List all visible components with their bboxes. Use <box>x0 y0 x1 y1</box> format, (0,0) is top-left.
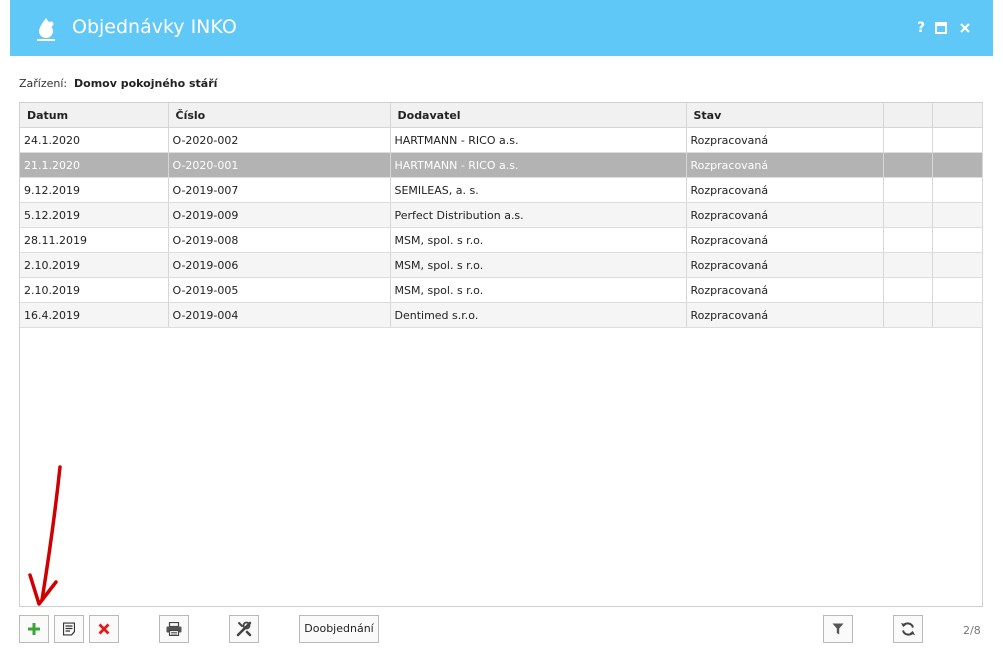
print-button[interactable] <box>159 615 189 643</box>
cell-extra-1[interactable] <box>883 152 933 178</box>
cell-stav[interactable]: Rozpracovaná <box>686 202 884 228</box>
cell-cislo[interactable]: O-2020-002 <box>168 127 391 153</box>
table-row[interactable]: 2.10.2019 O-2019-006 MSM, spol. s r.o. Rozp… <box>20 252 983 278</box>
cell-extra-2[interactable] <box>932 177 983 203</box>
cell-datum[interactable]: 16.4.2019 <box>20 302 169 328</box>
edit-button[interactable] <box>54 615 84 643</box>
cell-datum[interactable]: 5.12.2019 <box>20 202 169 228</box>
cell-dodavatel[interactable]: SEMILEAS, a. s. <box>390 177 687 203</box>
cell-extra-1[interactable] <box>883 127 933 153</box>
orders-table[interactable]: Datum Číslo Dodavatel Stav 24.1.2020 O-20… <box>19 102 983 607</box>
maximize-icon <box>935 22 947 34</box>
cell-dodavatel[interactable]: Perfect Distribution a.s. <box>390 202 687 228</box>
cell-extra-2[interactable] <box>932 202 983 228</box>
cell-dodavatel[interactable]: HARTMANN - RICO a.s. <box>390 152 687 178</box>
cell-extra-1[interactable] <box>883 302 933 328</box>
cell-stav[interactable]: Rozpracovaná <box>686 152 884 178</box>
cell-extra-2[interactable] <box>932 302 983 328</box>
table-row[interactable]: 5.12.2019 O-2019-009 Perfect Distribution … <box>20 202 983 228</box>
window-title: Objednávky INKO <box>72 16 237 38</box>
facility-value[interactable]: Domov pokojného stáří <box>74 77 217 90</box>
table-row[interactable]: 24.1.2020 O-2020-002 HARTMANN - RICO a.s. R… <box>20 127 983 153</box>
cell-cislo[interactable]: O-2019-008 <box>168 227 391 253</box>
cell-dodavatel[interactable]: MSM, spol. s r.o. <box>390 227 687 253</box>
cell-datum[interactable]: 2.10.2019 <box>20 252 169 278</box>
delete-button[interactable] <box>89 615 119 643</box>
close-button[interactable] <box>956 18 974 38</box>
close-window-icon <box>960 23 970 33</box>
cell-datum[interactable]: 2.10.2019 <box>20 277 169 303</box>
cell-cislo[interactable]: O-2020-001 <box>168 152 391 178</box>
title-bar: Objednávky INKO ? <box>10 0 993 56</box>
table-row[interactable]: 21.1.2020 O-2020-001 HARTMANN - RICO a.s. R… <box>20 152 983 178</box>
cell-stav[interactable]: Rozpracovaná <box>686 252 884 278</box>
close-icon <box>98 623 110 635</box>
column-header-extra-1[interactable] <box>883 103 933 128</box>
cell-extra-2[interactable] <box>932 152 983 178</box>
cell-extra-2[interactable] <box>932 252 983 278</box>
cell-dodavatel[interactable]: HARTMANN - RICO a.s. <box>390 127 687 153</box>
refresh-button[interactable] <box>893 615 923 643</box>
refresh-icon <box>901 622 915 636</box>
table-row[interactable]: 28.11.2019 O-2019-008 MSM, spol. s r.o. Roz… <box>20 227 983 253</box>
column-header-cislo[interactable]: Číslo <box>168 103 391 128</box>
cell-dodavatel[interactable]: Dentimed s.r.o. <box>390 302 687 328</box>
cell-extra-2[interactable] <box>932 127 983 153</box>
column-header-datum[interactable]: Datum <box>20 103 169 128</box>
document-icon <box>63 622 75 636</box>
cell-cislo[interactable]: O-2019-006 <box>168 252 391 278</box>
table-row[interactable]: 2.10.2019 O-2019-005 MSM, spol. s r.o. Rozp… <box>20 277 983 303</box>
maximize-button[interactable] <box>932 18 950 38</box>
cell-extra-1[interactable] <box>883 202 933 228</box>
cell-dodavatel[interactable]: MSM, spol. s r.o. <box>390 252 687 278</box>
column-header-extra-2[interactable] <box>932 103 983 128</box>
facility-label: Zařízení: <box>19 77 68 90</box>
cell-stav[interactable]: Rozpracovaná <box>686 277 884 303</box>
cell-extra-1[interactable] <box>883 227 933 253</box>
tools-button[interactable] <box>229 615 259 643</box>
cell-datum[interactable]: 28.11.2019 <box>20 227 169 253</box>
filter-button[interactable] <box>823 615 853 643</box>
cell-datum[interactable]: 9.12.2019 <box>20 177 169 203</box>
cell-extra-1[interactable] <box>883 252 933 278</box>
table-header-row: Datum Číslo Dodavatel Stav <box>20 103 983 128</box>
cell-extra-1[interactable] <box>883 277 933 303</box>
cell-extra-2[interactable] <box>932 227 983 253</box>
cell-extra-2[interactable] <box>932 277 983 303</box>
plus-icon <box>28 623 40 635</box>
cell-cislo[interactable]: O-2019-009 <box>168 202 391 228</box>
column-header-stav[interactable]: Stav <box>686 103 884 128</box>
drop-icon <box>37 18 55 41</box>
page-counter: 2/8 <box>963 624 981 637</box>
cell-cislo[interactable]: O-2019-004 <box>168 302 391 328</box>
add-button[interactable] <box>19 615 49 643</box>
table-row[interactable]: 9.12.2019 O-2019-007 SEMILEAS, a. s. Rozpra… <box>20 177 983 203</box>
cell-datum[interactable]: 24.1.2020 <box>20 127 169 153</box>
cell-stav[interactable]: Rozpracovaná <box>686 302 884 328</box>
table-row[interactable]: 16.4.2019 O-2019-004 Dentimed s.r.o. Rozpra… <box>20 302 983 328</box>
cell-cislo[interactable]: O-2019-005 <box>168 277 391 303</box>
cell-dodavatel[interactable]: MSM, spol. s r.o. <box>390 277 687 303</box>
filter-icon <box>832 623 844 635</box>
cell-stav[interactable]: Rozpracovaná <box>686 127 884 153</box>
column-header-dodavatel[interactable]: Dodavatel <box>390 103 687 128</box>
cell-datum[interactable]: 21.1.2020 <box>20 152 169 178</box>
cell-extra-1[interactable] <box>883 177 933 203</box>
help-button[interactable]: ? <box>912 18 930 38</box>
printer-icon <box>166 622 182 636</box>
cell-stav[interactable]: Rozpracovaná <box>686 227 884 253</box>
tools-icon <box>236 621 252 637</box>
reorder-button[interactable]: Doobjednání <box>299 615 379 643</box>
cell-cislo[interactable]: O-2019-007 <box>168 177 391 203</box>
cell-stav[interactable]: Rozpracovaná <box>686 177 884 203</box>
